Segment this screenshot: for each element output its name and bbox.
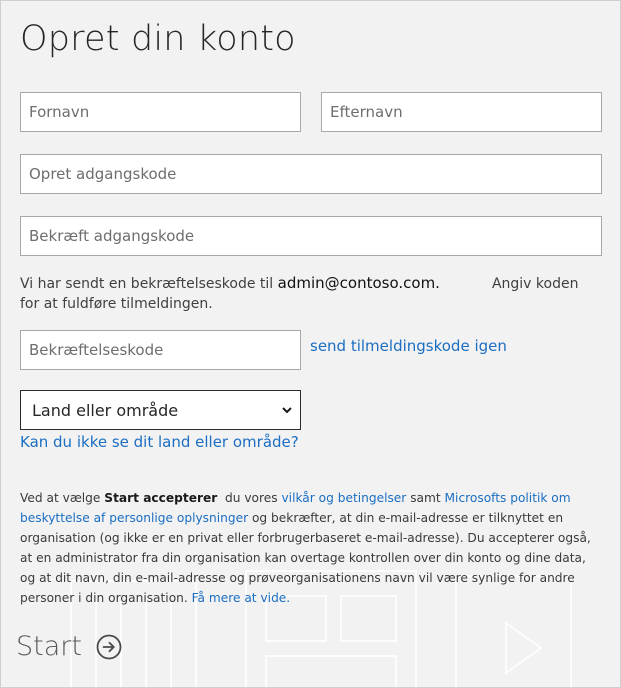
info-email: admin@contoso.com. [277,274,440,292]
resend-code-link[interactable]: send tilmeldingskode igen [310,337,507,355]
info-enter-code: Angiv koden [491,276,579,292]
last-name-field[interactable] [321,92,602,132]
info-suffix: for at fuldføre tilmeldingen. [20,296,213,312]
legal-start-bold: Start accepterer [104,491,218,505]
legal-part-2: du vores [217,491,282,505]
signup-panel: Opret din konto Vi har sendt en bekræfte… [0,0,621,688]
verification-info: Vi har sendt en bekræftelseskode til adm… [20,273,600,314]
start-button[interactable]: Start [16,631,122,662]
cant-see-country-link[interactable]: Kan du ikke se dit land eller område? [20,433,299,451]
page-title: Opret din konto [20,19,296,59]
start-button-label: Start [16,631,82,662]
chevron-down-icon [282,407,292,414]
country-select[interactable]: Land eller område [20,390,301,430]
legal-part-4: og bekræfter, at din e-mail-adresse er t… [20,511,591,605]
first-name-field[interactable] [20,92,301,132]
country-select-value: Land eller område [32,401,179,420]
legal-part-3: samt [406,491,445,505]
legal-text: Ved at vælge Start accepterer du vores v… [20,488,602,608]
info-sent-prefix: Vi har sendt en bekræftelseskode til [20,276,274,292]
confirm-password-field[interactable] [20,216,602,256]
terms-link[interactable]: vilkår og betingelser [281,491,406,505]
create-password-field[interactable] [20,154,602,194]
verification-code-field[interactable] [20,330,301,370]
learn-more-link[interactable]: Få mere at vide. [192,591,291,605]
arrow-right-circle-icon [96,634,122,659]
legal-part-1: Ved at vælge [20,491,105,505]
